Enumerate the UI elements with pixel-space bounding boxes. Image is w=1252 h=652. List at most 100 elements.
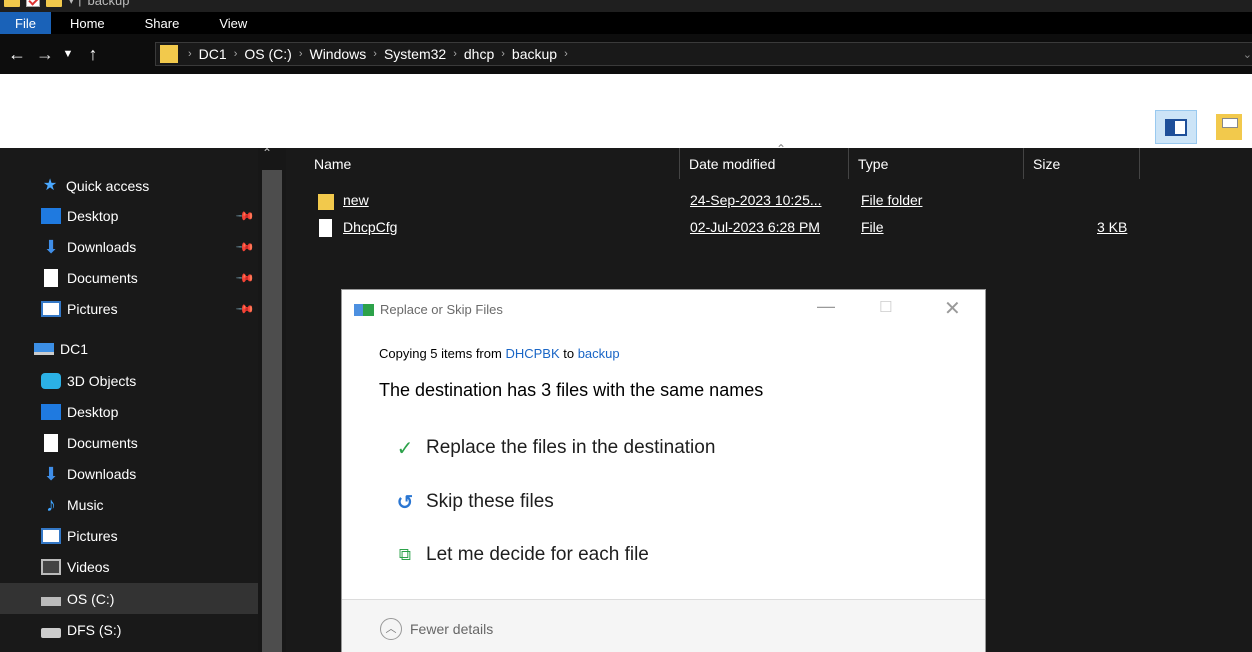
chevron-up-icon: ︿ — [380, 618, 402, 640]
file-name: new — [343, 192, 369, 208]
chevron-right-icon[interactable]: › — [373, 48, 377, 60]
breadcrumb-system32[interactable]: System32 — [384, 46, 446, 62]
new-folder-icon[interactable] — [46, 0, 62, 7]
minimize-icon[interactable]: — — [817, 296, 835, 317]
nav-quick-access[interactable]: ★ Quick access — [0, 170, 258, 201]
nav-music[interactable]: ♪ Music — [0, 489, 258, 520]
chevron-right-icon[interactable]: › — [299, 48, 303, 60]
chevron-right-icon[interactable]: › — [564, 48, 568, 60]
pictures-icon — [41, 300, 61, 317]
document-icon — [44, 268, 58, 287]
breadcrumb-windows[interactable]: Windows — [309, 46, 366, 62]
back-arrow-icon[interactable]: ← — [6, 44, 28, 65]
document-icon — [44, 433, 58, 452]
file-type: File folder — [861, 192, 923, 208]
file-size: 3 KB — [1097, 219, 1128, 235]
nav-os-c-drive[interactable]: OS (C:) — [0, 583, 258, 614]
folder-icon — [160, 45, 178, 63]
view-toolbar — [0, 74, 1252, 148]
column-header-type[interactable]: Type — [852, 148, 1024, 179]
pin-icon[interactable]: 📌 — [235, 205, 255, 225]
column-header-name[interactable]: Name — [308, 148, 680, 179]
chevron-right-icon[interactable]: › — [453, 48, 457, 60]
replace-or-skip-dialog: Replace or Skip Files — ☐ ✕ Copying 5 it… — [341, 289, 986, 652]
breadcrumb-os-c[interactable]: OS (C:) — [244, 46, 291, 62]
desktop-icon — [41, 403, 61, 420]
nav-quick-desktop[interactable]: Desktop 📌 — [0, 200, 258, 231]
skip-arrow-icon: ↺ — [396, 491, 414, 514]
nav-scrollbar-thumb[interactable] — [262, 170, 282, 652]
nav-documents[interactable]: Documents — [0, 427, 258, 458]
nav-quick-pictures[interactable]: Pictures 📌 — [0, 293, 258, 324]
dialog-title: Replace or Skip Files — [380, 302, 503, 317]
recent-locations-chevron-icon[interactable]: ▼ — [60, 48, 76, 60]
preview-pane-button[interactable] — [1155, 110, 1197, 144]
pictures-icon — [41, 527, 61, 544]
navigation-bar: ← → ▼ ↑ › DC1 › OS (C:) › Windows › Syst… — [0, 34, 1252, 74]
nav-downloads[interactable]: ⬇ Downloads — [0, 458, 258, 489]
fewer-details-toggle[interactable]: ︿ Fewer details — [380, 618, 493, 640]
nav-3d-objects[interactable]: 3D Objects — [0, 365, 258, 396]
address-bar[interactable]: › DC1 › OS (C:) › Windows › System32 › d… — [155, 42, 1252, 66]
up-arrow-icon[interactable]: ↑ — [82, 44, 104, 65]
pin-icon[interactable]: 📌 — [235, 236, 255, 256]
copy-files-icon — [354, 303, 374, 316]
breadcrumb-dhcp[interactable]: dhcp — [464, 46, 494, 62]
file-icon — [319, 219, 332, 237]
chevron-right-icon[interactable]: › — [234, 48, 238, 60]
column-header-size[interactable]: Size — [1027, 148, 1140, 179]
folder-icon — [318, 194, 334, 210]
properties-check-icon[interactable] — [26, 0, 40, 7]
compare-files-icon: ⧉ — [398, 545, 412, 564]
nav-this-pc[interactable]: DC1 — [0, 333, 258, 364]
file-name: DhcpCfg — [343, 219, 398, 235]
tab-file[interactable]: File — [0, 12, 51, 34]
checkmark-icon: ✓ — [396, 437, 414, 460]
folder-icon — [4, 0, 20, 7]
chevron-right-icon[interactable]: › — [188, 48, 192, 60]
nav-quick-downloads[interactable]: ⬇ Downloads 📌 — [0, 231, 258, 262]
3d-objects-icon — [41, 372, 61, 389]
quick-access-toolbar: ▾ | backup — [4, 0, 129, 8]
nav-videos[interactable]: Videos — [0, 551, 258, 582]
file-explorer-window: ▾ | backup File Home Share View ← → ▼ ↑ … — [0, 0, 1252, 652]
forward-arrow-icon[interactable]: → — [34, 44, 56, 65]
music-note-icon: ♪ — [46, 493, 56, 516]
decide-each-file-option[interactable]: ⧉ Let me decide for each file — [392, 540, 649, 570]
nav-dfs-drive[interactable]: DFS (S:) — [0, 614, 258, 645]
scroll-up-arrow-icon[interactable]: ⌃ — [262, 146, 272, 160]
pin-icon[interactable]: 📌 — [235, 267, 255, 287]
nav-quick-documents[interactable]: Documents 📌 — [0, 262, 258, 293]
details-pane-icon — [1216, 114, 1242, 140]
nav-desktop[interactable]: Desktop — [0, 396, 258, 427]
title-bar: ▾ | backup — [0, 0, 1252, 12]
breadcrumb-dc1[interactable]: DC1 — [199, 46, 227, 62]
nav-pictures[interactable]: Pictures — [0, 520, 258, 551]
tab-view[interactable]: View — [200, 12, 266, 34]
address-dropdown-icon[interactable]: ⌄ — [1243, 48, 1252, 61]
network-drive-icon — [41, 627, 61, 638]
dialog-title-bar: Replace or Skip Files — [354, 302, 503, 317]
file-row-dhcpcfg[interactable]: DhcpCfg 02-Jul-2023 6:28 PM File 3 KB — [286, 219, 1252, 241]
column-header-date-modified[interactable]: Date modified — [683, 148, 849, 179]
file-row-new[interactable]: new 24-Sep-2023 10:25... File folder — [286, 192, 1252, 214]
preview-pane-icon — [1165, 119, 1187, 136]
computer-icon — [34, 342, 54, 355]
download-arrow-icon: ⬇ — [43, 463, 59, 484]
details-pane-button[interactable] — [1212, 110, 1252, 144]
destination-folder-link[interactable]: backup — [578, 346, 620, 361]
copy-status-text: Copying 5 items from DHCPBK to backup — [379, 346, 620, 361]
file-date: 02-Jul-2023 6:28 PM — [690, 219, 820, 235]
pin-icon[interactable]: 📌 — [235, 298, 255, 318]
close-icon[interactable]: ✕ — [944, 296, 961, 321]
customize-dropdown-icon[interactable]: ▾ | — [68, 0, 82, 8]
chevron-right-icon[interactable]: › — [501, 48, 505, 60]
skip-files-option[interactable]: ↺ Skip these files — [392, 487, 554, 517]
source-folder-link[interactable]: DHCPBK — [505, 346, 559, 361]
breadcrumb-backup[interactable]: backup — [512, 46, 557, 62]
tab-share[interactable]: Share — [124, 12, 201, 34]
maximize-icon: ☐ — [879, 299, 893, 316]
file-type: File — [861, 219, 884, 235]
tab-home[interactable]: Home — [51, 12, 124, 34]
replace-files-option[interactable]: ✓ Replace the files in the destination — [392, 433, 716, 463]
